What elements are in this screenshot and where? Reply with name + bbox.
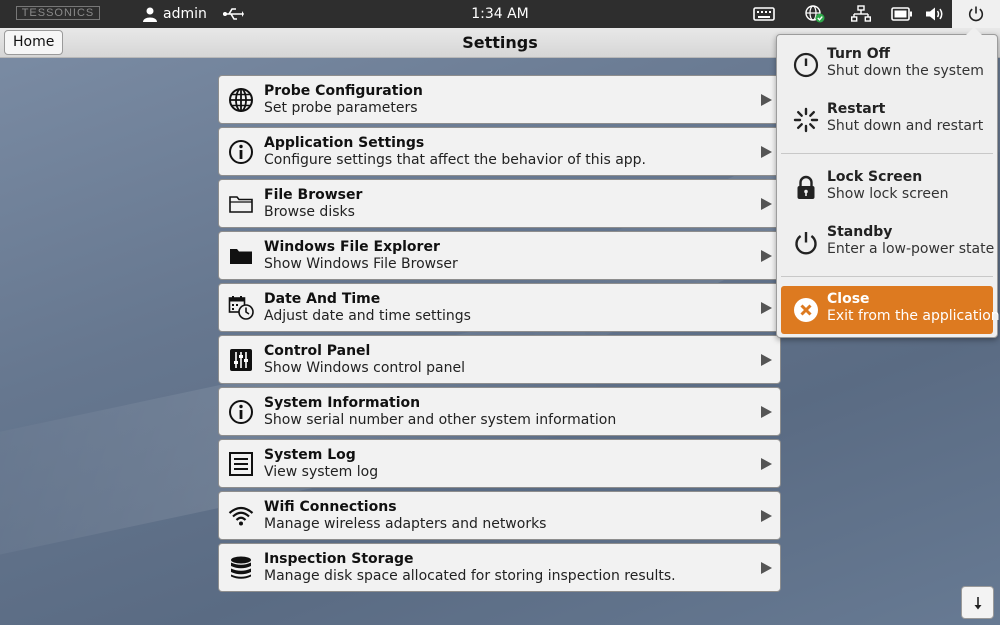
arrow-down-icon [974, 596, 981, 609]
user-icon [143, 7, 157, 22]
battery-icon[interactable] [889, 0, 915, 28]
settings-item-subtitle: Set probe parameters [264, 100, 418, 116]
settings-item-subtitle: Show Windows control panel [264, 360, 465, 376]
menu-item-subtitle: Shut down and restart [827, 118, 984, 134]
menu-item-restart[interactable]: Restart Shut down and restart [781, 96, 993, 144]
settings-item-subtitle: Browse disks [264, 204, 355, 220]
power-icon [968, 6, 984, 22]
calendar-clock-icon [228, 296, 254, 320]
list-icon [229, 452, 253, 476]
brand-logo: TESSONICS [16, 6, 100, 20]
menu-item-subtitle: Show lock screen [827, 186, 949, 202]
restart-spinner-icon [793, 107, 819, 133]
standby-icon [795, 232, 817, 255]
chevron-right-icon [761, 302, 772, 314]
lock-icon [797, 175, 815, 199]
settings-item-title: System Information [264, 395, 421, 411]
user-menu[interactable]: admin [142, 0, 207, 28]
folder-filled-icon [230, 249, 252, 264]
settings-item-title: Inspection Storage [264, 551, 414, 567]
menu-divider [781, 276, 993, 277]
user-name: admin [163, 6, 207, 22]
settings-item-subtitle: Adjust date and time settings [264, 308, 471, 324]
globe-icon [229, 88, 253, 112]
clock: 1:34 AM [471, 6, 529, 22]
settings-item-title: Control Panel [264, 343, 371, 359]
menu-item-close[interactable]: Close Exit from the application [781, 286, 1000, 334]
chevron-right-icon [761, 562, 772, 574]
chevron-right-icon [761, 198, 772, 210]
chevron-right-icon [761, 146, 772, 158]
lan-icon[interactable] [848, 0, 874, 28]
settings-item-wifi-connections[interactable]: Wifi Connections Manage wireless adapter… [218, 491, 781, 540]
chevron-right-icon [761, 510, 772, 522]
scroll-down-button[interactable] [961, 586, 994, 619]
menu-item-subtitle: Shut down the system [827, 63, 984, 79]
settings-item-probe-configuration[interactable]: Probe Configuration Set probe parameters [218, 75, 781, 124]
power-icon [793, 52, 819, 78]
menu-divider [781, 153, 993, 154]
settings-item-control-panel[interactable]: Control Panel Show Windows control panel [218, 335, 781, 384]
menu-item-title: Standby [827, 224, 893, 240]
menu-item-title: Restart [827, 101, 886, 117]
power-button[interactable] [952, 0, 1000, 28]
settings-item-title: Wifi Connections [264, 499, 397, 515]
settings-item-system-log[interactable]: System Log View system log [218, 439, 781, 488]
network-globe-icon[interactable] [802, 0, 828, 28]
folder-outline-icon [229, 196, 253, 213]
settings-item-title: Date And Time [264, 291, 381, 307]
database-icon [231, 556, 251, 579]
menu-item-subtitle: Exit from the application [827, 308, 1000, 324]
settings-item-title: Probe Configuration [264, 83, 423, 99]
settings-item-application-settings[interactable]: Application Settings Configure settings … [218, 127, 781, 176]
settings-item-windows-file-explorer[interactable]: Windows File Explorer Show Windows File … [218, 231, 781, 280]
menu-item-lock-screen[interactable]: Lock Screen Show lock screen [781, 164, 993, 212]
usb-icon[interactable] [222, 5, 244, 27]
settings-item-subtitle: Show Windows File Browser [264, 256, 458, 272]
settings-item-title: File Browser [264, 187, 363, 203]
settings-item-subtitle: Show serial number and other system info… [264, 412, 617, 428]
settings-item-title: Application Settings [264, 135, 425, 151]
settings-item-subtitle: View system log [264, 464, 379, 480]
settings-item-system-information[interactable]: System Information Show serial number an… [218, 387, 781, 436]
menu-item-standby[interactable]: Standby Enter a low-power state [781, 219, 995, 267]
chevron-right-icon [761, 406, 772, 418]
chevron-right-icon [761, 250, 772, 262]
home-button[interactable]: Home [4, 30, 64, 55]
menu-item-title: Turn Off [827, 46, 890, 62]
settings-list: Probe Configuration Set probe parameters… [218, 75, 781, 595]
settings-item-date-and-time[interactable]: Date And Time Adjust date and time setti… [218, 283, 781, 332]
menu-item-subtitle: Enter a low-power state [827, 241, 995, 257]
settings-item-title: Windows File Explorer [264, 239, 440, 255]
settings-item-title: System Log [264, 447, 356, 463]
info-icon [229, 140, 253, 164]
wifi-icon [228, 506, 254, 526]
power-menu: Turn Off Shut down the system Restart Sh… [776, 27, 1000, 338]
volume-icon[interactable] [922, 0, 948, 28]
chevron-right-icon [761, 94, 772, 106]
settings-item-file-browser[interactable]: File Browser Browse disks [218, 179, 781, 228]
menu-item-title: Close [827, 291, 870, 307]
keyboard-icon[interactable] [751, 0, 777, 28]
top-bar: TESSONICS admin 1:34 AM [0, 0, 1000, 28]
menu-item-turn-off[interactable]: Turn Off Shut down the system [781, 41, 993, 89]
info-icon [229, 400, 253, 424]
settings-item-subtitle: Manage disk space allocated for storing … [264, 568, 676, 584]
settings-item-inspection-storage[interactable]: Inspection Storage Manage disk space all… [218, 543, 781, 592]
settings-item-subtitle: Configure settings that affect the behav… [264, 152, 647, 168]
close-circle-icon [794, 298, 818, 322]
sliders-icon [230, 349, 252, 371]
chevron-right-icon [761, 458, 772, 470]
menu-item-title: Lock Screen [827, 169, 923, 185]
settings-item-subtitle: Manage wireless adapters and networks [264, 516, 547, 532]
chevron-right-icon [761, 354, 772, 366]
